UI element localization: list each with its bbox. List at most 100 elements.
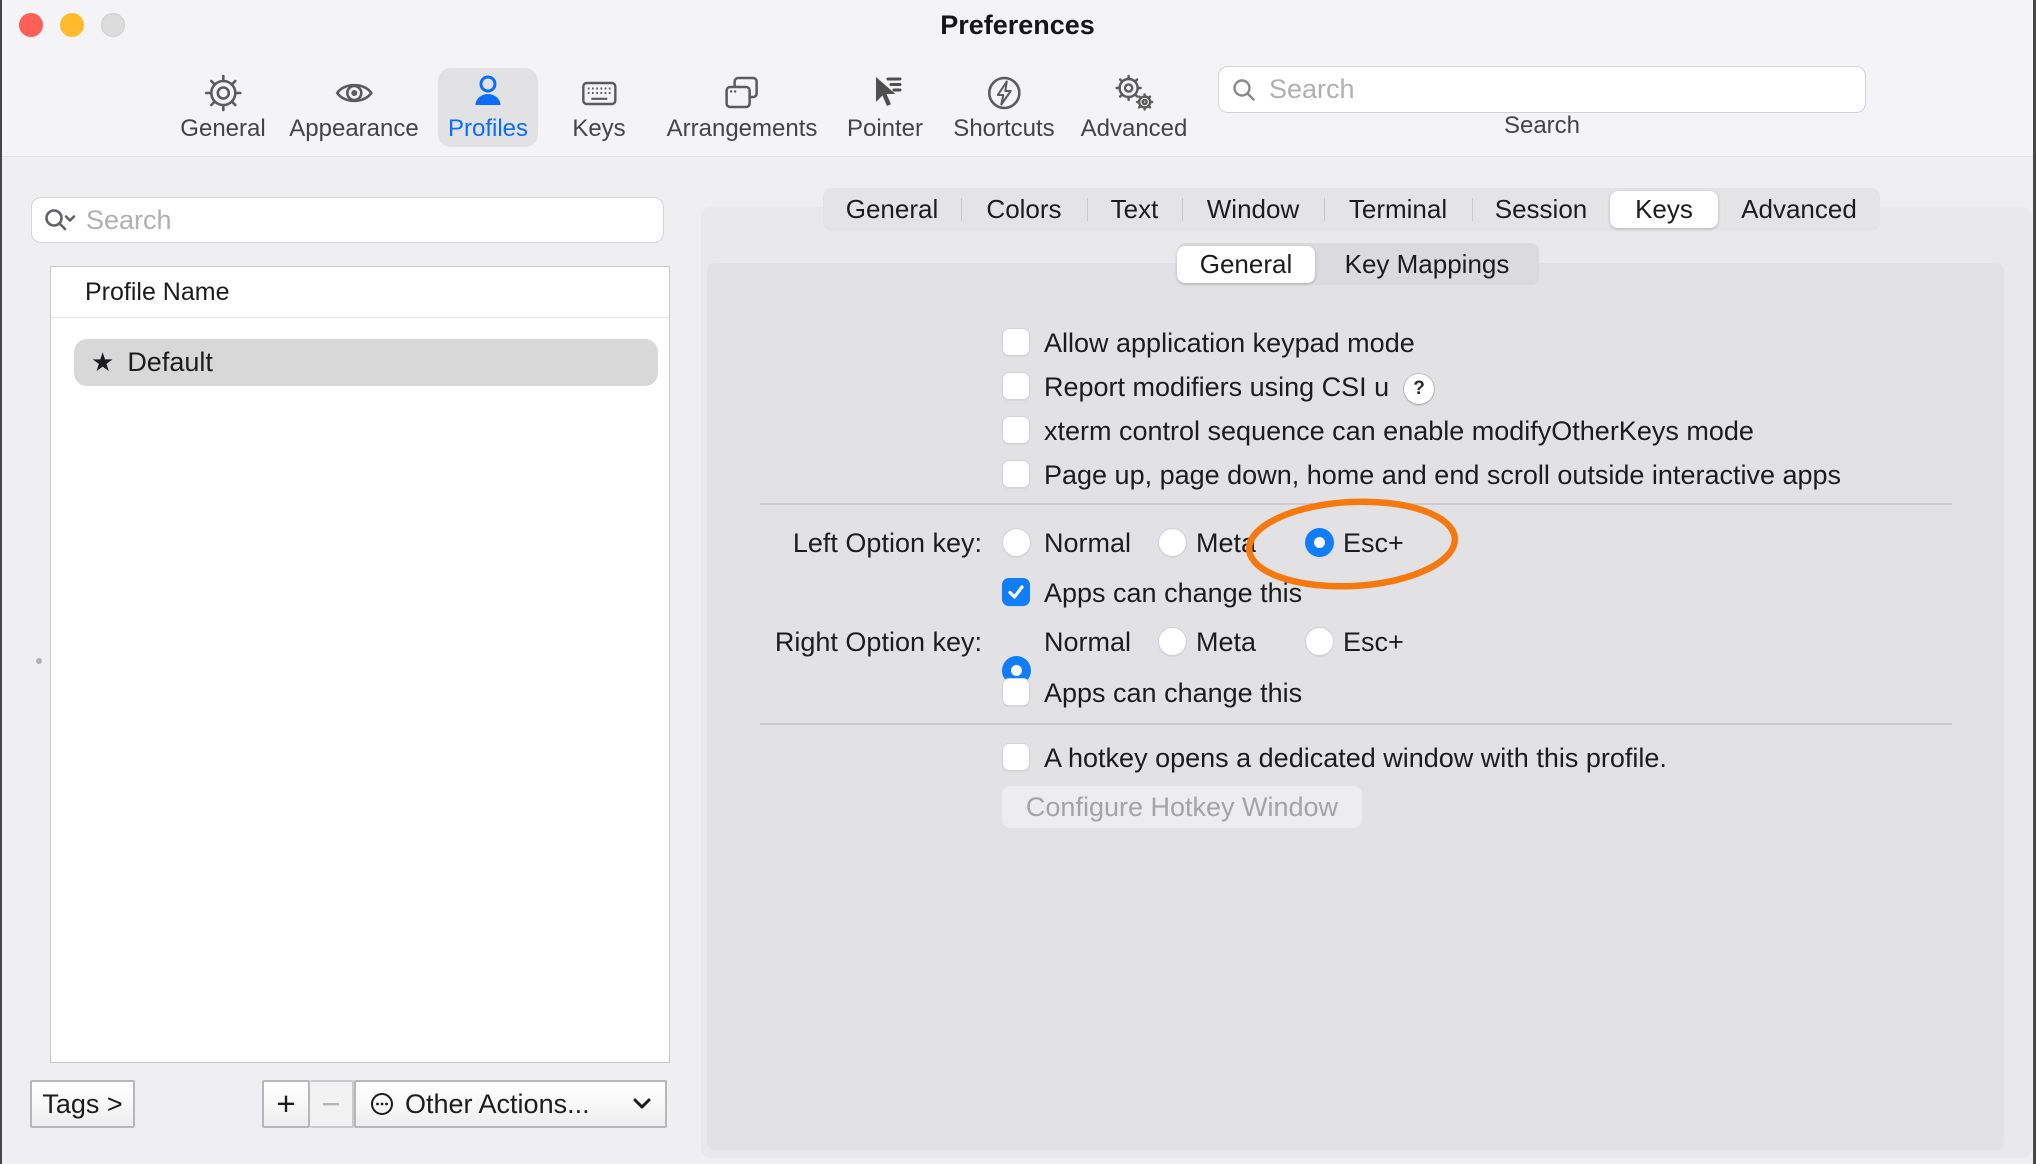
- profile-list-header: Profile Name: [51, 267, 669, 318]
- annotation-ellipse: [1237, 490, 1473, 602]
- profile-tab-bar: General Colors Text Window Terminal Sess…: [823, 188, 1880, 231]
- preferences-window: Preferences General Appearance Profiles: [0, 0, 2036, 1164]
- star-icon: ★: [91, 347, 114, 378]
- subtab-key-mappings[interactable]: Key Mappings: [1315, 243, 1539, 285]
- gear-icon: [201, 71, 245, 115]
- profile-name: Default: [127, 347, 213, 378]
- remove-profile-button[interactable]: −: [310, 1080, 354, 1128]
- toolbar-item-arrangements[interactable]: Arrangements: [657, 68, 828, 147]
- toolbar-item-profiles[interactable]: Profiles: [438, 68, 538, 147]
- checkbox-right-apps-change[interactable]: [1002, 678, 1030, 706]
- tags-button-label: Tags >: [42, 1089, 122, 1120]
- tags-button[interactable]: Tags >: [30, 1080, 135, 1128]
- tab-divider: [1182, 198, 1183, 221]
- checkbox-scroll-outside-apps[interactable]: [1002, 460, 1030, 488]
- profile-list-header-label: Profile Name: [85, 278, 230, 307]
- tab-keys[interactable]: Keys: [1610, 191, 1718, 228]
- bolt-circle-icon: [982, 71, 1026, 115]
- configure-hotkey-window-button[interactable]: Configure Hotkey Window: [1002, 786, 1362, 828]
- checkbox-csi-u[interactable]: [1002, 372, 1030, 400]
- tab-general[interactable]: General: [823, 188, 961, 231]
- radio-label: Meta: [1196, 627, 1256, 657]
- minus-icon: −: [321, 1089, 340, 1119]
- toolbar-item-label: Keys: [572, 115, 625, 143]
- plus-icon: +: [276, 1089, 295, 1119]
- other-actions-label: Other Actions...: [405, 1089, 590, 1120]
- tab-terminal[interactable]: Terminal: [1324, 188, 1472, 231]
- separator: [760, 723, 1952, 725]
- toolbar-divider: [2, 156, 2033, 157]
- window-edge-dot: [36, 658, 42, 664]
- profile-search-field[interactable]: [31, 197, 664, 243]
- toolbar-item-label: Shortcuts: [953, 115, 1054, 143]
- toolbar-item-label: Pointer: [847, 115, 923, 143]
- toolbar-search-input[interactable]: [1267, 73, 1853, 106]
- circled-ellipsis-icon: [370, 1092, 394, 1116]
- toolbar-item-label: Arrangements: [667, 115, 818, 143]
- eye-icon: [332, 71, 376, 115]
- toolbar-search-field[interactable]: [1218, 66, 1866, 113]
- toolbar-item-label: Profiles: [448, 115, 528, 143]
- zoom-button[interactable]: [101, 13, 125, 37]
- toolbar-item-advanced[interactable]: Advanced: [1071, 68, 1198, 147]
- checkbox-hotkey-window[interactable]: [1002, 743, 1030, 771]
- toolbar-item-keys[interactable]: Keys: [562, 68, 635, 147]
- profile-row-default[interactable]: ★ Default: [74, 339, 658, 386]
- tab-window[interactable]: Window: [1182, 188, 1324, 231]
- checkbox-modify-other-keys[interactable]: [1002, 416, 1030, 444]
- toolbar-item-shortcuts[interactable]: Shortcuts: [943, 68, 1064, 147]
- keys-subtab-bar: General Key Mappings: [1177, 243, 1539, 285]
- radio-label: Normal: [1044, 528, 1131, 558]
- toolbar-item-label: Appearance: [289, 115, 418, 143]
- checkbox-keypad-mode[interactable]: [1002, 328, 1030, 356]
- toolbar-item-label: Advanced: [1081, 115, 1188, 143]
- tab-divider: [1324, 198, 1325, 221]
- person-icon: [466, 71, 510, 115]
- checkbox-label: A hotkey opens a dedicated window with t…: [1044, 743, 1667, 773]
- check-icon: [1006, 582, 1026, 602]
- keyboard-icon: [577, 71, 621, 115]
- help-button[interactable]: ?: [1404, 374, 1434, 404]
- close-button[interactable]: [19, 13, 43, 37]
- chevron-down-icon: [633, 1098, 651, 1110]
- toolbar-item-label: General: [180, 115, 265, 143]
- window-title: Preferences: [940, 10, 1095, 41]
- toolbar-search-label: Search: [1504, 112, 1580, 140]
- tab-colors[interactable]: Colors: [961, 188, 1087, 231]
- other-actions-dropdown[interactable]: Other Actions...: [354, 1080, 667, 1128]
- checkbox-label: xterm control sequence can enable modify…: [1044, 416, 1754, 446]
- profile-list-panel: Profile Name ★ Default: [50, 266, 670, 1063]
- windows-icon: [720, 71, 764, 115]
- radio-left-meta[interactable]: [1158, 528, 1187, 557]
- search-menu-icon: [44, 206, 76, 234]
- question-mark-icon: ?: [1413, 378, 1425, 400]
- checkbox-label: Apps can change this: [1044, 678, 1302, 708]
- right-option-key-label: Right Option key:: [692, 627, 982, 658]
- radio-right-meta[interactable]: [1158, 627, 1187, 656]
- toolbar-item-pointer[interactable]: Pointer: [837, 68, 933, 147]
- toolbar-item-appearance[interactable]: Appearance: [279, 68, 428, 147]
- checkbox-label: Page up, page down, home and end scroll …: [1044, 460, 1841, 490]
- radio-label: Normal: [1044, 627, 1131, 657]
- tab-divider: [1087, 198, 1088, 221]
- profile-search-input[interactable]: [84, 204, 651, 237]
- tab-divider: [961, 198, 962, 221]
- tab-text[interactable]: Text: [1087, 188, 1182, 231]
- tab-divider: [1472, 198, 1473, 221]
- radio-label: Esc+: [1343, 627, 1404, 657]
- add-profile-button[interactable]: +: [262, 1080, 310, 1128]
- checkbox-left-apps-change[interactable]: [1002, 578, 1030, 606]
- gears-icon: [1112, 71, 1156, 115]
- toolbar-item-general[interactable]: General: [170, 68, 275, 147]
- radio-right-esc[interactable]: [1305, 627, 1334, 656]
- left-option-key-label: Left Option key:: [692, 528, 982, 559]
- checkbox-label: Report modifiers using CSI u: [1044, 372, 1389, 402]
- tab-advanced[interactable]: Advanced: [1718, 188, 1880, 231]
- cursor-icon: [863, 71, 907, 115]
- search-icon: [1231, 77, 1257, 103]
- minimize-button[interactable]: [60, 13, 84, 37]
- checkbox-label: Allow application keypad mode: [1044, 328, 1415, 358]
- tab-session[interactable]: Session: [1472, 188, 1610, 231]
- subtab-general[interactable]: General: [1177, 246, 1315, 283]
- radio-left-normal[interactable]: [1002, 528, 1031, 557]
